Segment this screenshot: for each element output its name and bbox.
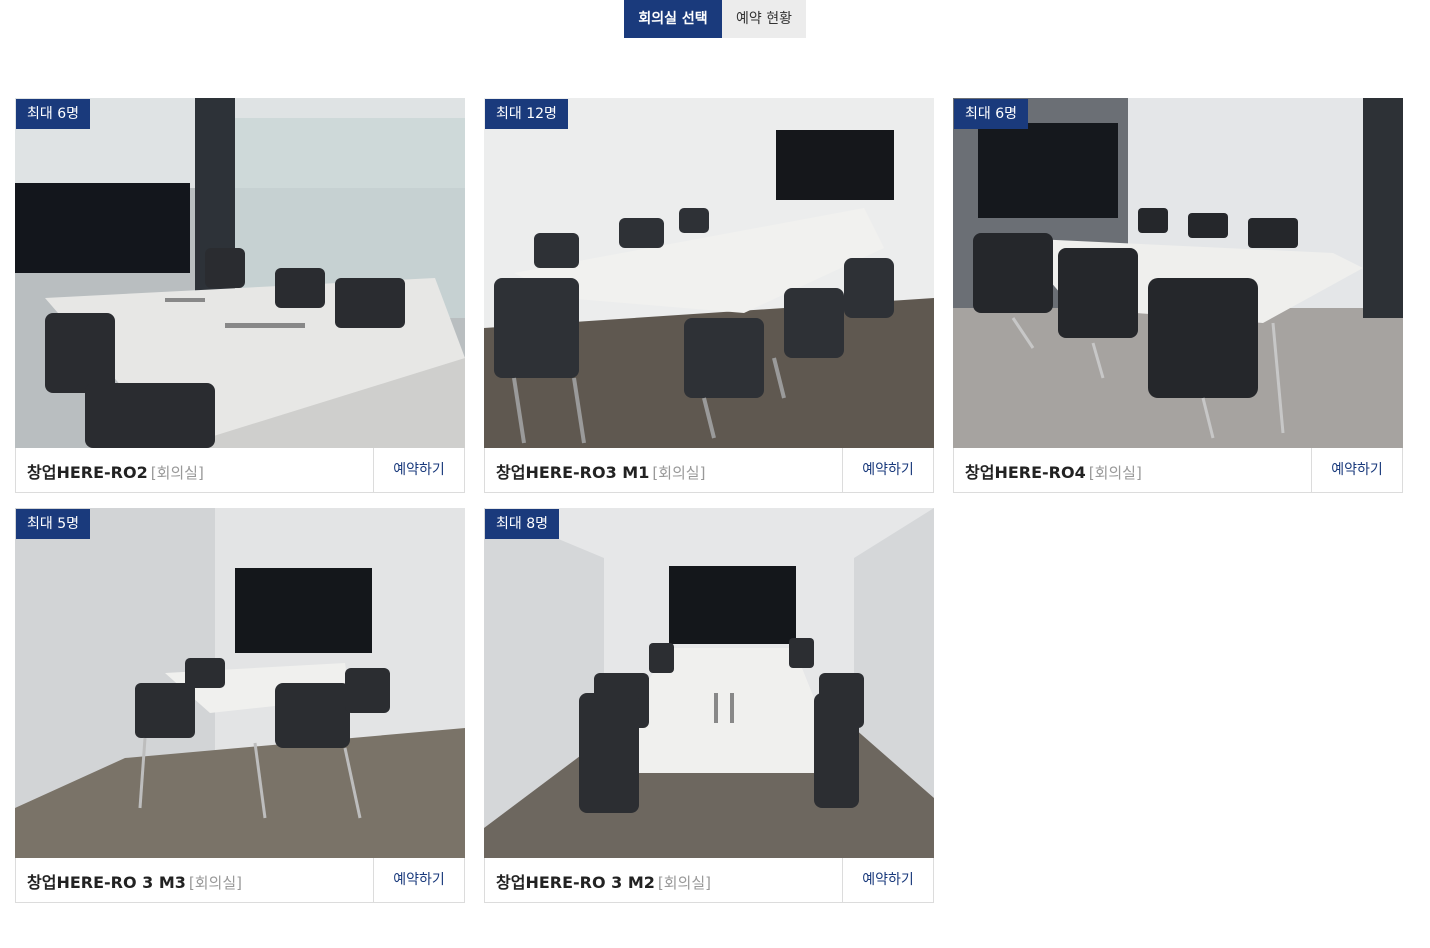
room-name: 창업HERE-RO3 M1 [회의실] (485, 459, 842, 483)
reserve-button[interactable]: 예약하기 (373, 858, 464, 903)
capacity-badge: 최대 8명 (485, 509, 559, 539)
room-name: 창업HERE-RO4 [회의실] (954, 459, 1311, 483)
room-type: [회의실] (188, 873, 243, 892)
room-card[interactable]: 최대 5명 창업HERE-RO 3 M3 [회의실] 예약하기 (15, 508, 465, 903)
card-footer: 창업HERE-RO 3 M2 [회의실] 예약하기 (485, 858, 933, 903)
meeting-room-image (15, 98, 465, 448)
room-name: 창업HERE-RO 3 M3 [회의실] (16, 869, 373, 893)
room-card[interactable]: 최대 8명 창업HERE-RO 3 M2 [회의실] 예약하기 (484, 508, 934, 903)
card-footer: 창업HERE-RO3 M1 [회의실] 예약하기 (485, 448, 933, 493)
capacity-badge: 최대 5명 (16, 509, 90, 539)
room-card[interactable]: 최대 12명 창업HERE-RO3 M1 [회의실] 예약하기 (484, 98, 934, 493)
capacity-badge: 최대 6명 (16, 99, 90, 129)
room-type: [회의실] (150, 463, 204, 482)
room-card[interactable]: 최대 6명 창업HERE-RO4 [회의실] 예약하기 (953, 98, 1403, 493)
room-type: [회의실] (1088, 463, 1142, 482)
meeting-room-image (953, 98, 1403, 448)
room-name: 창업HERE-RO2 [회의실] (16, 459, 373, 483)
card-footer: 창업HERE-RO 3 M3 [회의실] 예약하기 (16, 858, 464, 903)
reserve-button[interactable]: 예약하기 (842, 858, 933, 903)
room-photo[interactable] (15, 98, 465, 448)
room-card[interactable]: 최대 6명 창업HERE-RO2 [회의실] 예약하기 (15, 98, 465, 493)
reserve-button[interactable]: 예약하기 (373, 448, 464, 493)
room-name-text: 창업HERE-RO 3 M3 (27, 872, 186, 892)
room-type: [회의실] (657, 873, 712, 892)
card-footer: 창업HERE-RO4 [회의실] 예약하기 (954, 448, 1402, 493)
room-name-text: 창업HERE-RO4 (965, 462, 1086, 482)
room-name: 창업HERE-RO 3 M2 [회의실] (485, 869, 842, 893)
reserve-button[interactable]: 예약하기 (842, 448, 933, 493)
room-photo[interactable] (484, 98, 934, 448)
room-photo[interactable] (484, 508, 934, 858)
meeting-room-image (484, 98, 934, 448)
room-photo[interactable] (15, 508, 465, 858)
room-name-text: 창업HERE-RO3 M1 (496, 462, 650, 482)
capacity-badge: 최대 6명 (954, 99, 1028, 129)
card-footer: 창업HERE-RO2 [회의실] 예약하기 (16, 448, 464, 493)
tab-room-select[interactable]: 회의실 선택 (624, 0, 722, 38)
room-name-text: 창업HERE-RO 3 M2 (496, 872, 655, 892)
tab-reservation-status[interactable]: 예약 현황 (722, 0, 806, 38)
room-tabs: 회의실 선택 예약 현황 (624, 0, 806, 38)
capacity-badge: 최대 12명 (485, 99, 568, 129)
room-photo[interactable] (953, 98, 1403, 448)
meeting-room-image (484, 508, 934, 858)
room-type: [회의실] (652, 463, 706, 482)
room-name-text: 창업HERE-RO2 (27, 462, 148, 482)
meeting-room-image (15, 508, 465, 858)
reserve-button[interactable]: 예약하기 (1311, 448, 1402, 493)
